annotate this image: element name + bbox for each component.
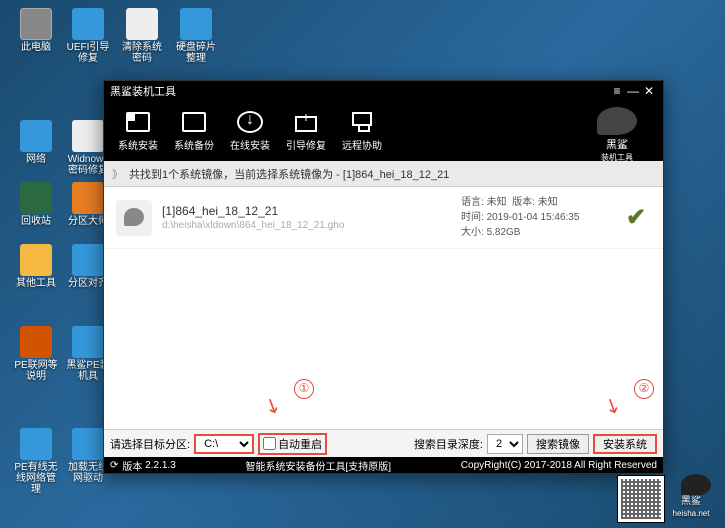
list-item[interactable]: [1]864_hei_18_12_21 d:\heisha\xldown\864…	[104, 187, 663, 249]
icon-label: 网络	[12, 154, 60, 165]
toolbar-ti-remote[interactable]: 远程协助	[334, 110, 390, 152]
icon-label: 硬盘碎片整理	[172, 42, 220, 64]
toolbar: 系统安装系统备份在线安装引导修复远程协助 黑鲨 装机工具	[104, 101, 663, 161]
ti-repair-icon	[292, 110, 320, 134]
auto-restart-checkbox[interactable]	[263, 437, 276, 450]
auto-restart-label: 自动重启	[278, 436, 322, 452]
desktop-icon[interactable]: 其他工具	[12, 244, 60, 289]
status-center: 智能系统安装备份工具[支持原版]	[176, 458, 461, 473]
version-label: 版本	[122, 458, 142, 473]
desktop-icon[interactable]: 网络	[12, 120, 60, 165]
icon-label: UEFI引导修复	[64, 42, 112, 64]
file-icon	[116, 200, 152, 236]
toolbar-ti-backup[interactable]: 系统备份	[166, 110, 222, 152]
close-button[interactable]: ✕	[641, 84, 657, 98]
icon-label: 回收站	[12, 216, 60, 227]
app-icon	[72, 244, 104, 276]
desktop-icon[interactable]: PE联网等说明	[12, 326, 60, 382]
desktop-icon[interactable]: 此电脑	[12, 8, 60, 53]
icon-label: 其他工具	[12, 278, 60, 289]
image-list: [1]864_hei_18_12_21 d:\heisha\xldown\864…	[104, 187, 663, 427]
file-meta: 语言: 未知 版本: 未知 时间: 2019-01-04 15:46:35 大小…	[461, 195, 621, 240]
app-icon	[72, 120, 104, 152]
file-path: d:\heisha\xldown\864_hei_18_12_21.gho	[162, 220, 461, 231]
desktop-icon[interactable]: UEFI引导修复	[64, 8, 112, 64]
app-icon	[20, 244, 52, 276]
chevron-right-icon: 》	[112, 166, 123, 182]
brand-logo: 黑鲨 装机工具	[577, 107, 657, 155]
toolbar-label: 在线安装	[222, 137, 278, 152]
toolbar-ti-online[interactable]: 在线安装	[222, 110, 278, 152]
callout-1: ①	[294, 379, 314, 399]
icon-label: 清除系统密码	[118, 42, 166, 64]
info-text: 共找到1个系统镜像，当前选择系统镜像为 - [1]864_hei_18_12_2…	[129, 166, 449, 182]
check-icon: ✔	[621, 203, 651, 232]
desktop-icon[interactable]: 硬盘碎片整理	[172, 8, 220, 64]
toolbar-label: 系统备份	[166, 137, 222, 152]
ti-backup-icon	[180, 110, 208, 134]
toolbar-ti-repair[interactable]: 引导修复	[278, 110, 334, 152]
toolbar-label: 系统安装	[110, 137, 166, 152]
toolbar-ti-install[interactable]: 系统安装	[110, 110, 166, 152]
target-label: 请选择目标分区:	[110, 436, 190, 452]
file-name: [1]864_hei_18_12_21	[162, 204, 461, 218]
info-bar: 》 共找到1个系统镜像，当前选择系统镜像为 - [1]864_hei_18_12…	[104, 161, 663, 187]
app-window: 黑鲨装机工具 ≡ — ✕ 系统安装系统备份在线安装引导修复远程协助 黑鲨 装机工…	[103, 80, 664, 474]
depth-select[interactable]: 2	[487, 434, 523, 454]
ti-install-icon	[124, 110, 152, 134]
app-icon	[126, 8, 158, 40]
bottom-bar: 请选择目标分区: C:\ 自动重启 搜索目录深度: 2 搜索镜像 安装系统	[104, 429, 663, 457]
toolbar-label: 引导修复	[278, 137, 334, 152]
app-icon	[20, 182, 52, 214]
titlebar[interactable]: 黑鲨装机工具 ≡ — ✕	[104, 81, 663, 101]
app-icon	[72, 182, 104, 214]
menu-button[interactable]: ≡	[609, 84, 625, 98]
icon-label: PE有线无线网络管理	[12, 462, 60, 495]
app-icon	[20, 326, 52, 358]
toolbar-label: 远程协助	[334, 137, 390, 152]
install-system-button[interactable]: 安装系统	[593, 434, 657, 454]
desktop-icon[interactable]: 回收站	[12, 182, 60, 227]
minimize-button[interactable]: —	[625, 84, 641, 98]
icon-label: PE联网等说明	[12, 360, 60, 382]
desktop-icon[interactable]: 清除系统密码	[118, 8, 166, 64]
desktop-icon[interactable]: PE有线无线网络管理	[12, 428, 60, 495]
app-icon	[180, 8, 212, 40]
ti-online-icon	[236, 110, 264, 134]
refresh-icon[interactable]: ⟳	[110, 460, 118, 471]
icon-label: 此电脑	[12, 42, 60, 53]
qr-brand-icon	[681, 474, 711, 496]
callout-2: ②	[634, 379, 654, 399]
version-value: 2.2.1.3	[145, 460, 176, 471]
status-copyright: CopyRight(C) 2017-2018 All Right Reserve…	[461, 460, 657, 471]
app-icon	[20, 428, 52, 460]
desktop: 此电脑UEFI引导修复清除系统密码硬盘碎片整理网络Widnows密码修复回收站分…	[0, 0, 100, 528]
app-icon	[20, 8, 52, 40]
app-icon	[72, 326, 104, 358]
status-bar: ⟳ 版本 2.2.1.3 智能系统安装备份工具[支持原版] CopyRight(…	[104, 457, 663, 473]
app-icon	[72, 428, 104, 460]
window-title: 黑鲨装机工具	[110, 83, 176, 99]
qr-label: 黑鲨 heisha.net	[667, 496, 715, 520]
depth-label: 搜索目录深度:	[414, 436, 483, 452]
search-image-button[interactable]: 搜索镜像	[527, 434, 589, 454]
ti-remote-icon	[348, 110, 376, 134]
app-icon	[72, 8, 104, 40]
target-partition-select[interactable]: C:\	[194, 434, 254, 454]
app-icon	[20, 120, 52, 152]
qr-code	[617, 475, 665, 523]
